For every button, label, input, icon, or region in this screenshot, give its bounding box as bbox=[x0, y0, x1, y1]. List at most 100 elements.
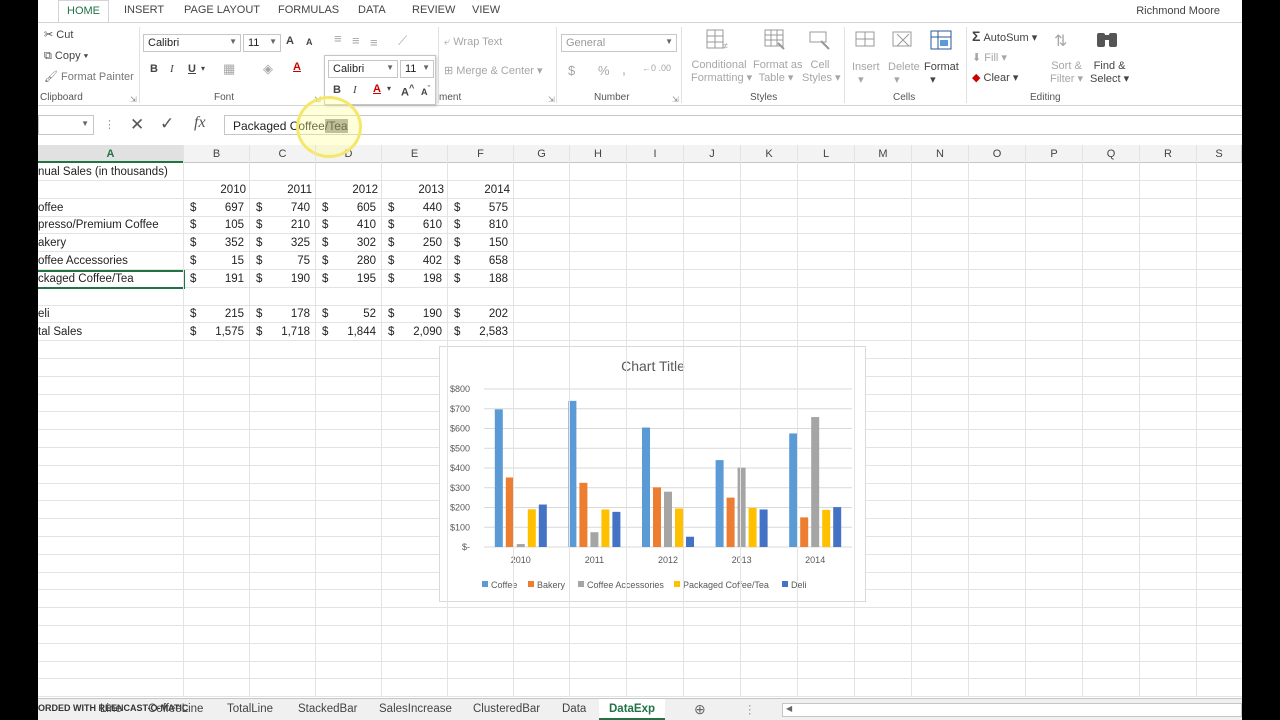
insert-function-icon[interactable]: fx bbox=[194, 114, 206, 132]
sheet-tab-clusteredbar[interactable]: ClusteredBar bbox=[473, 703, 540, 715]
sheet-tab-dataexp[interactable]: DataExp bbox=[599, 699, 666, 720]
mini-font-size-combo[interactable]: 11 ▼ bbox=[400, 60, 434, 78]
shrink-font-button[interactable]: A bbox=[306, 37, 313, 47]
column-header-i[interactable]: I bbox=[627, 145, 684, 163]
year-header-cell: 2010 bbox=[220, 183, 246, 196]
tab-review[interactable]: REVIEW bbox=[412, 4, 455, 16]
percent-style-button[interactable]: % bbox=[598, 63, 610, 78]
number-launcher-icon[interactable]: ⇲ bbox=[672, 95, 679, 104]
cancel-entry-icon[interactable]: ✕ bbox=[130, 115, 144, 135]
column-header-k[interactable]: K bbox=[741, 145, 798, 163]
borders-icon[interactable]: ▦ bbox=[223, 61, 235, 77]
clear-button[interactable]: ◆ Clear ▾ bbox=[972, 71, 1018, 84]
x-tick-label: 2014 bbox=[805, 555, 825, 565]
user-name[interactable]: Richmond Moore bbox=[1136, 5, 1220, 17]
clustered-column-chart[interactable]: Chart Title $- $100 $200 $300 $400 $500 $600 $70… bbox=[439, 346, 866, 602]
fill-button[interactable]: ⬇ Fill ▾ bbox=[972, 51, 1007, 64]
find-select-button[interactable]: Find & Select ▾ bbox=[1090, 60, 1129, 85]
sheet-tab-data[interactable]: Data bbox=[562, 703, 586, 715]
sheet-tab-coffeeline[interactable]: CoffeeLine bbox=[148, 703, 203, 715]
column-header-e[interactable]: E bbox=[382, 145, 448, 163]
column-header-a[interactable]: A bbox=[38, 145, 184, 163]
increase-decimal-icon[interactable]: ←0 .00 bbox=[642, 63, 671, 73]
comma-style-button[interactable]: , bbox=[622, 61, 626, 77]
sheet-tab-stackedbar[interactable]: StackedBar bbox=[298, 703, 357, 715]
sheet-tab-line[interactable]: Line bbox=[100, 703, 122, 715]
accounting-format-button[interactable]: $ bbox=[568, 63, 575, 78]
delete-button[interactable]: Delete ▾ bbox=[888, 61, 920, 86]
tab-insert[interactable]: INSERT bbox=[124, 4, 164, 16]
y-tick-label: $800 bbox=[450, 384, 470, 394]
legend-swatch bbox=[528, 581, 534, 587]
tab-page-layout[interactable]: PAGE LAYOUT bbox=[184, 4, 260, 16]
mini-font-name-combo[interactable]: Calibri ▼ bbox=[328, 60, 398, 78]
column-header-m[interactable]: M bbox=[855, 145, 912, 163]
tab-formulas[interactable]: FORMULAS bbox=[278, 4, 339, 16]
font-size-combo[interactable]: 11 ▼ bbox=[243, 34, 281, 52]
formula-input[interactable]: Packaged Coffee/Tea bbox=[224, 115, 1242, 135]
column-header-b[interactable]: B bbox=[184, 145, 250, 163]
sort-filter-button[interactable]: Sort & Filter ▾ bbox=[1050, 60, 1083, 85]
column-header-l[interactable]: L bbox=[798, 145, 855, 163]
bold-button[interactable]: B bbox=[150, 63, 158, 75]
column-header-f[interactable]: F bbox=[448, 145, 514, 163]
align-bottom-icon[interactable]: ≡ bbox=[370, 35, 378, 50]
column-header-h[interactable]: H bbox=[570, 145, 627, 163]
sheet-tab-salesincrease[interactable]: SalesIncrease bbox=[379, 703, 452, 715]
sheet-tab-totalline[interactable]: TotalLine bbox=[227, 703, 273, 715]
insert-button[interactable]: Insert ▾ bbox=[852, 61, 880, 86]
name-box[interactable]: ▼ bbox=[38, 115, 94, 135]
mini-shrink-font-icon[interactable]: Aˇ bbox=[421, 84, 430, 97]
column-header-s[interactable]: S bbox=[1197, 145, 1242, 163]
tab-view[interactable]: VIEW bbox=[472, 4, 500, 16]
number-format-combo[interactable]: General ▼ bbox=[561, 34, 677, 52]
column-header-r[interactable]: R bbox=[1140, 145, 1197, 163]
grid-column-line bbox=[1196, 145, 1197, 696]
add-sheet-icon[interactable]: ⊕ bbox=[694, 701, 706, 718]
italic-button[interactable]: I bbox=[170, 63, 174, 75]
chevron-down-icon[interactable]: ▾ bbox=[201, 64, 205, 73]
grow-font-button[interactable]: A bbox=[286, 35, 294, 47]
active-cell-selection[interactable] bbox=[38, 269, 185, 289]
underline-button[interactable]: U bbox=[188, 63, 196, 75]
align-top-icon[interactable]: ≡ bbox=[334, 31, 342, 46]
mini-font-color-icon[interactable]: A bbox=[373, 83, 381, 95]
grid-column-line bbox=[381, 145, 382, 696]
clipboard-launcher-icon[interactable]: ⇲ bbox=[130, 95, 137, 104]
more-icon: ⋮ bbox=[744, 704, 756, 716]
alignment-launcher-icon[interactable]: ⇲ bbox=[548, 95, 555, 104]
copy-button[interactable]: ⧉ Copy ▾ bbox=[44, 50, 88, 63]
column-header-j[interactable]: J bbox=[684, 145, 741, 163]
mini-bold-button[interactable]: B bbox=[333, 84, 341, 96]
font-name-combo[interactable]: Calibri ▼ bbox=[143, 34, 241, 52]
format-button[interactable]: Format ▾ bbox=[924, 61, 959, 86]
fill-color-icon[interactable]: ◈ bbox=[263, 61, 273, 77]
conditional-formatting-button[interactable]: Conditional Formatting ▾ bbox=[691, 59, 752, 84]
format-as-table-button[interactable]: Format as Table ▾ bbox=[753, 59, 803, 84]
autosum-button[interactable]: Σ AutoSum ▾ bbox=[972, 28, 1037, 44]
orientation-icon[interactable]: ⟋ bbox=[398, 33, 407, 49]
tab-home[interactable]: HOME bbox=[58, 0, 109, 23]
enter-entry-icon[interactable]: ✓ bbox=[160, 114, 174, 134]
cut-button[interactable]: ✂ Cut bbox=[44, 28, 73, 41]
tab-data[interactable]: DATA bbox=[358, 4, 386, 16]
grid-column-line bbox=[1139, 145, 1140, 696]
column-header-q[interactable]: Q bbox=[1083, 145, 1140, 163]
scroll-left-icon[interactable]: ◀ bbox=[786, 704, 792, 713]
value-cell: 740 bbox=[290, 201, 310, 214]
cell-styles-button[interactable]: Cell Styles ▾ bbox=[802, 59, 841, 84]
column-header-n[interactable]: N bbox=[912, 145, 969, 163]
merge-center-button[interactable]: ⊞ Merge & Center ▾ bbox=[444, 64, 543, 77]
font-color-icon[interactable]: A bbox=[293, 61, 301, 73]
column-header-g[interactable]: G bbox=[514, 145, 570, 163]
format-painter-button[interactable]: 🖌 Format Painter bbox=[44, 70, 134, 83]
column-header-o[interactable]: O bbox=[969, 145, 1026, 163]
wrap-text-button[interactable]: ⤶ Wrap Text bbox=[444, 36, 502, 49]
align-middle-icon[interactable]: ≡ bbox=[352, 33, 360, 48]
mini-italic-button[interactable]: I bbox=[353, 84, 357, 96]
column-header-p[interactable]: P bbox=[1026, 145, 1083, 163]
chevron-down-icon: ▼ bbox=[386, 63, 394, 72]
mini-grow-font-icon[interactable]: A^ bbox=[401, 83, 414, 99]
chevron-down-icon[interactable]: ▾ bbox=[387, 84, 391, 93]
horizontal-scrollbar[interactable]: ◀ bbox=[782, 703, 1242, 717]
